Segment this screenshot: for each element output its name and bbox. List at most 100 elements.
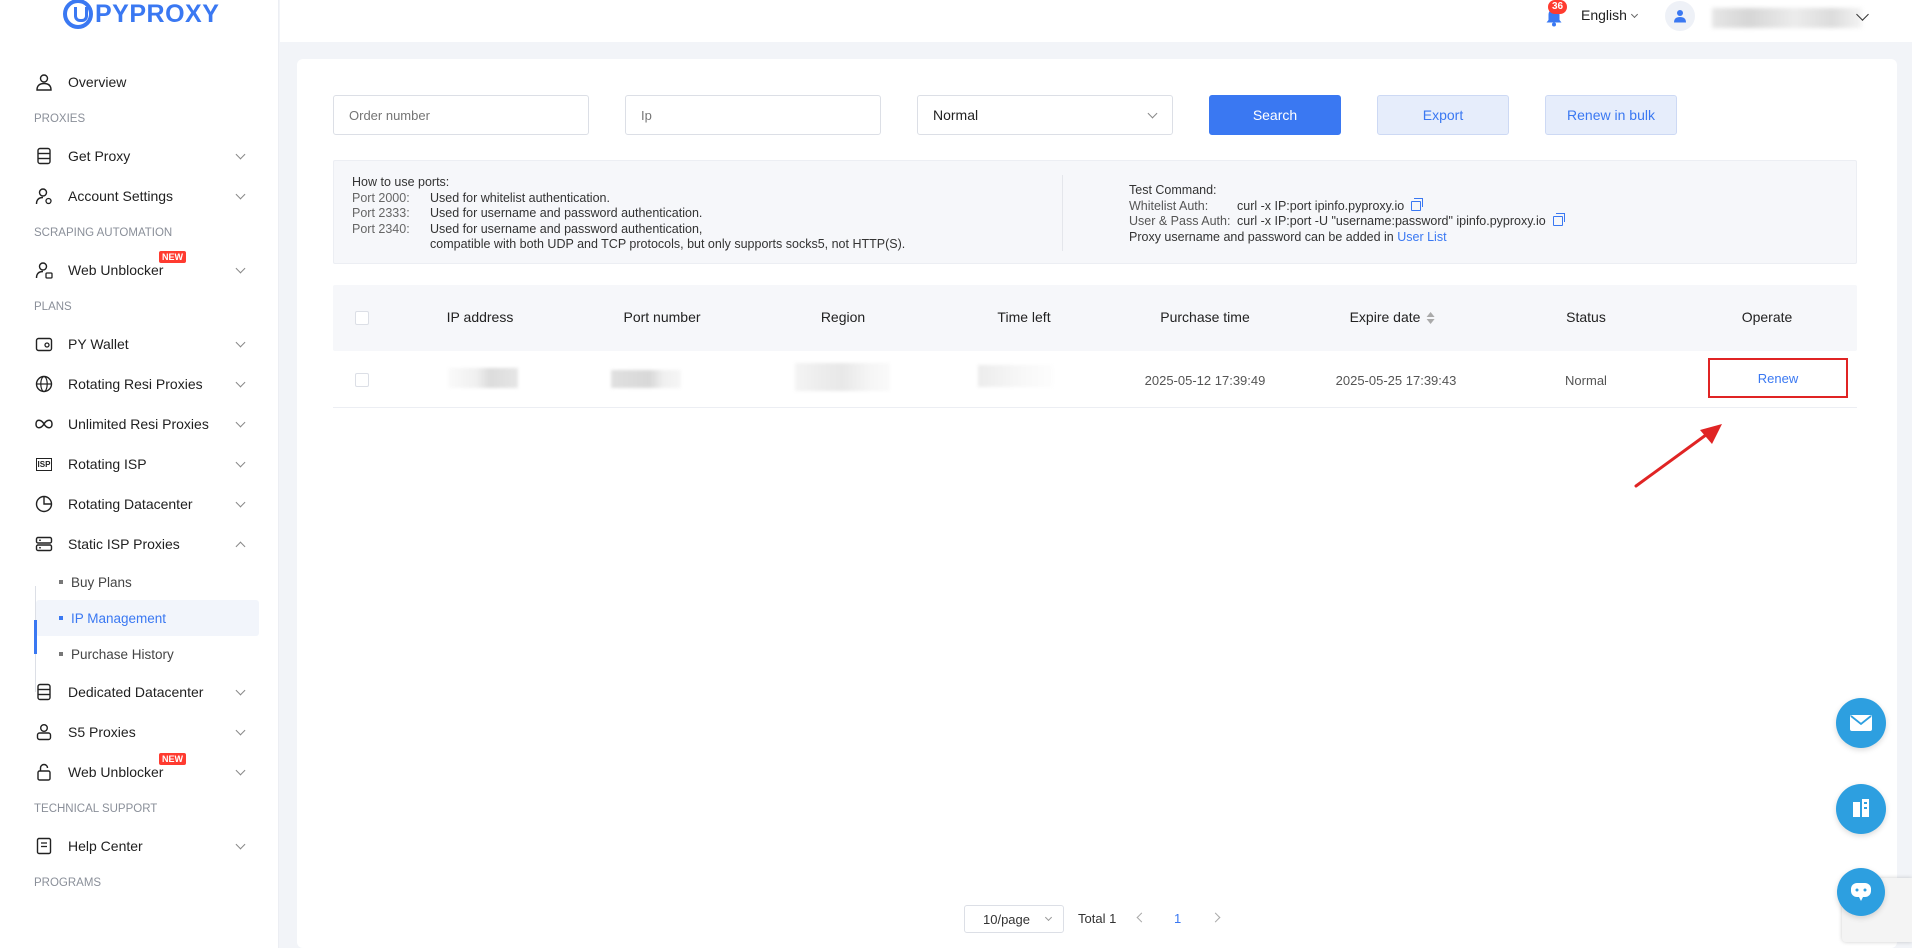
database-icon xyxy=(34,146,54,166)
chevron-down-icon xyxy=(235,377,246,388)
port-row: Port 2333: Used for username and password… xyxy=(352,206,703,220)
user-stack-icon xyxy=(34,722,54,742)
sidebar-item-overview[interactable]: Overview xyxy=(0,62,278,102)
port-redacted xyxy=(611,370,681,388)
sidebar: PYPROXY Overview PROXIES Get Proxy Accou… xyxy=(0,0,279,948)
search-button[interactable]: Search xyxy=(1209,95,1341,135)
ip-redacted xyxy=(448,368,518,388)
col-status: Status xyxy=(1566,309,1606,325)
mail-icon xyxy=(1850,715,1872,731)
chevron-down-icon xyxy=(1147,108,1158,119)
submenu-active-indicator xyxy=(34,620,37,654)
sidebar-item-label: Rotating ISP xyxy=(68,456,147,472)
user-lock-icon xyxy=(34,260,54,280)
copy-icon[interactable] xyxy=(1552,213,1565,226)
sidebar-item-rotating-dc[interactable]: Rotating Datacenter xyxy=(0,484,278,524)
sidebar-item-label: PY Wallet xyxy=(68,336,129,352)
chevron-down-icon xyxy=(235,457,246,468)
sort-icon[interactable] xyxy=(1426,312,1435,325)
sidebar-item-label: Get Proxy xyxy=(68,148,131,164)
chevron-down-icon xyxy=(235,149,246,160)
copy-icon[interactable] xyxy=(1411,197,1424,211)
sidebar-item-unlimited-resi[interactable]: Unlimited Resi Proxies xyxy=(0,404,278,444)
sidebar-item-get-proxy[interactable]: Get Proxy xyxy=(0,136,278,176)
chat-fab[interactable] xyxy=(1837,868,1885,916)
page-number[interactable]: 1 xyxy=(1174,911,1181,926)
col-purchase-time: Purchase time xyxy=(1160,309,1250,325)
sidebar-nav: Overview PROXIES Get Proxy Account Setti… xyxy=(0,62,278,900)
chevron-down-icon xyxy=(235,497,246,508)
sidebar-item-label: Static ISP Proxies xyxy=(68,536,180,552)
ports-info-panel: How to use ports: Port 2000: Used for whi… xyxy=(333,160,1857,264)
sidebar-subitem-label: IP Management xyxy=(71,610,167,626)
sidebar-item-rotating-isp[interactable]: ISP Rotating ISP xyxy=(0,444,278,484)
col-ip: IP address xyxy=(446,309,514,325)
chevron-down-icon xyxy=(235,839,246,850)
sidebar-item-label: Dedicated Datacenter xyxy=(68,684,204,700)
renew-button[interactable]: Renew xyxy=(1708,358,1848,398)
sidebar-item-label: Overview xyxy=(68,74,127,90)
pie-chart-icon xyxy=(34,494,54,514)
ip-input[interactable] xyxy=(625,95,881,135)
port-row-extra: compatible with both UDP and TCP protoco… xyxy=(430,237,906,251)
order-number-input[interactable] xyxy=(333,95,589,135)
sidebar-item-label: Web Unblocker xyxy=(68,764,164,780)
notification-count-badge: 36 xyxy=(1548,0,1568,14)
help-doc-icon xyxy=(34,836,54,856)
annotation-arrow-icon xyxy=(1634,424,1722,488)
section-support: TECHNICAL SUPPORT xyxy=(34,803,158,815)
bullet-icon xyxy=(59,616,63,620)
sidebar-subitem-purchase-history[interactable]: Purchase History xyxy=(0,636,278,672)
sidebar-item-label: Unlimited Resi Proxies xyxy=(68,416,209,432)
language-selector[interactable]: English xyxy=(1581,7,1627,23)
sidebar-item-dedicated-dc[interactable]: Dedicated Datacenter xyxy=(0,672,278,712)
divider xyxy=(1062,175,1063,251)
logo[interactable]: PYPROXY xyxy=(63,0,219,32)
username-redacted[interactable] xyxy=(1712,8,1862,28)
col-time-left: Time left xyxy=(997,309,1051,325)
whitelist-cmd-row: Whitelist Auth: curl -x IP:port ipinfo.py… xyxy=(1129,197,1563,215)
sidebar-subitem-label: Buy Plans xyxy=(71,574,132,590)
export-button[interactable]: Export xyxy=(1377,95,1509,135)
sidebar-item-web-unblocker-2[interactable]: Web Unblocker NEW xyxy=(0,752,278,792)
chevron-down-icon xyxy=(235,765,246,776)
sidebar-item-label: Help Center xyxy=(68,838,143,854)
renew-bulk-button[interactable]: Renew in bulk xyxy=(1545,95,1677,135)
sidebar-item-help-center[interactable]: Help Center xyxy=(0,826,278,866)
sidebar-item-rotating-resi[interactable]: Rotating Resi Proxies xyxy=(0,364,278,404)
chevron-down-icon xyxy=(235,263,246,274)
logo-text: PYPROXY xyxy=(95,0,220,28)
user-list-link[interactable]: User List xyxy=(1397,230,1446,244)
purchase-time-cell: 2025-05-12 17:39:49 xyxy=(1144,373,1266,388)
sidebar-item-account-settings[interactable]: Account Settings xyxy=(0,176,278,216)
section-proxies: PROXIES xyxy=(34,113,86,125)
docs-fab[interactable] xyxy=(1836,784,1886,834)
expire-date-cell: 2025-05-25 17:39:43 xyxy=(1335,373,1457,388)
avatar[interactable] xyxy=(1665,1,1695,31)
time-left-redacted xyxy=(978,365,1053,387)
email-fab[interactable] xyxy=(1836,698,1886,748)
sidebar-subitem-ip-management[interactable]: IP Management xyxy=(36,600,259,636)
sidebar-subitem-buy-plans[interactable]: Buy Plans xyxy=(0,564,278,600)
row-checkbox[interactable] xyxy=(355,373,369,387)
sidebar-item-static-isp[interactable]: Static ISP Proxies xyxy=(0,524,278,564)
infinity-icon xyxy=(34,414,54,434)
status-select[interactable]: Normal xyxy=(917,95,1173,135)
sidebar-item-label: Rotating Resi Proxies xyxy=(68,376,203,392)
select-all-checkbox[interactable] xyxy=(355,311,369,325)
sidebar-item-web-unblocker[interactable]: Web Unblocker NEW xyxy=(0,250,278,290)
status-select-value: Normal xyxy=(933,107,979,123)
ports-usage: How to use ports: Port 2000: Used for whi… xyxy=(352,175,905,253)
section-programs: PROGRAMS xyxy=(34,877,102,889)
chevron-up-icon xyxy=(235,541,246,552)
chevron-down-icon xyxy=(235,725,246,736)
bullet-icon xyxy=(59,580,63,584)
page-size-value: 10/page xyxy=(983,911,1030,927)
sidebar-item-py-wallet[interactable]: PY Wallet xyxy=(0,324,278,364)
ports-title: How to use ports: xyxy=(352,175,450,189)
page-size-select[interactable]: 10/page xyxy=(964,905,1064,933)
sidebar-item-s5[interactable]: S5 Proxies xyxy=(0,712,278,752)
col-expire-date[interactable]: Expire date xyxy=(1350,309,1435,325)
col-operate: Operate xyxy=(1741,309,1793,325)
user-settings-icon xyxy=(34,186,54,206)
